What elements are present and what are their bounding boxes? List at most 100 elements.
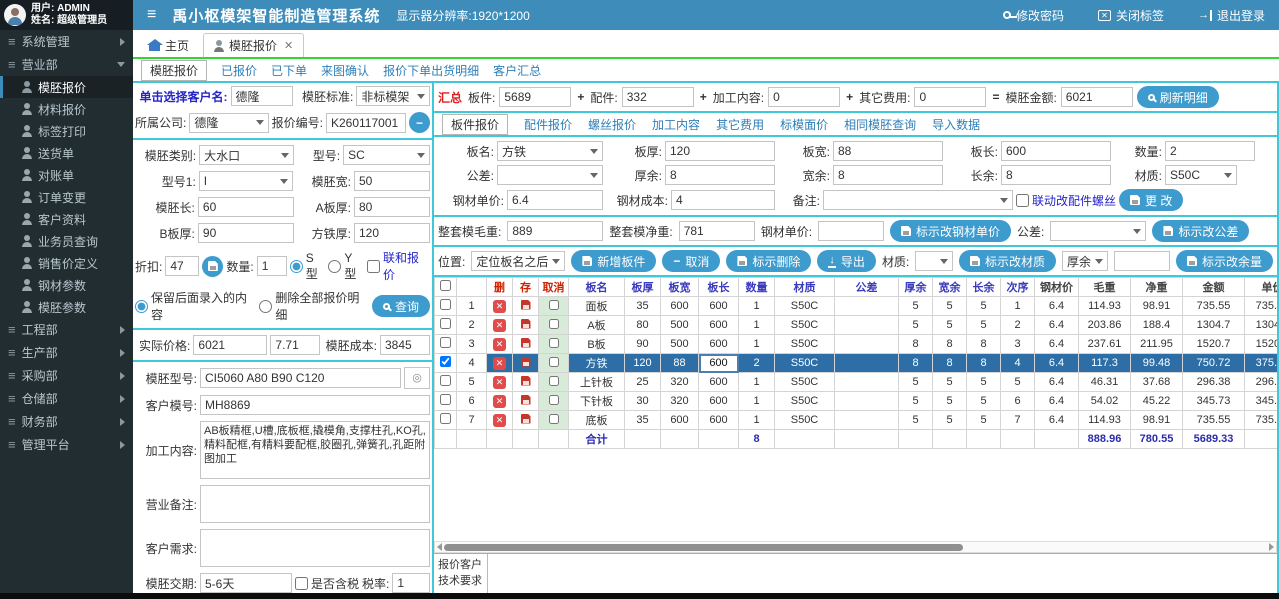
cell-net[interactable]: 98.91: [1131, 411, 1183, 430]
cell-qty[interactable]: 1: [739, 392, 775, 411]
cell-tolerance[interactable]: [835, 373, 899, 392]
cell-length-rem[interactable]: 5: [967, 373, 1001, 392]
row-delete-cell[interactable]: ✕: [487, 392, 513, 411]
row-save-cell[interactable]: [513, 316, 539, 335]
cell-thick[interactable]: 25: [625, 373, 661, 392]
cell-gross[interactable]: 203.86: [1079, 316, 1131, 335]
tax-included-checkbox[interactable]: [295, 577, 308, 590]
sidebar-item-system[interactable]: ≡ 系统管理: [0, 30, 133, 53]
ptab-same-mold-query[interactable]: 相同模胚查询: [844, 116, 916, 133]
ptab-other-fee[interactable]: 其它费用: [716, 116, 764, 133]
sidebar-item-admin-platform[interactable]: ≡ 管理平台: [0, 433, 133, 456]
cell-length-rem[interactable]: 8: [967, 354, 1001, 373]
ptab-process[interactable]: 加工内容: [652, 116, 700, 133]
cell-amount[interactable]: 296.38: [1183, 373, 1245, 392]
summary-plate-input[interactable]: [499, 87, 571, 107]
cell-net[interactable]: 211.95: [1131, 335, 1183, 354]
y-type-radio[interactable]: [328, 260, 341, 273]
cell-seq[interactable]: 6: [1001, 392, 1035, 411]
cell-name[interactable]: 方铁: [569, 354, 625, 373]
table-row[interactable]: 5✕上针板253206001S50C55556.446.3137.68296.3…: [435, 373, 1278, 392]
ptab-standard-price[interactable]: 标模面价: [780, 116, 828, 133]
cell-length[interactable]: 600: [699, 411, 739, 430]
row-select-cell[interactable]: [435, 335, 457, 354]
subtab-mold-quote[interactable]: 模胚报价: [141, 60, 207, 81]
cell-qty[interactable]: 2: [739, 354, 775, 373]
steel-cost-input[interactable]: [671, 190, 775, 210]
cell-qty[interactable]: 1: [739, 297, 775, 316]
discount-save-button[interactable]: [202, 256, 223, 277]
tab-home[interactable]: 主页: [139, 34, 199, 57]
cell-qty[interactable]: 1: [739, 316, 775, 335]
ptab-part-quote[interactable]: 配件报价: [524, 116, 572, 133]
cell-seq[interactable]: 4: [1001, 354, 1035, 373]
mark-material-button[interactable]: 标示改材质: [959, 250, 1056, 272]
cell-name[interactable]: 面板: [569, 297, 625, 316]
customer-input[interactable]: [231, 86, 293, 106]
delete-row-icon[interactable]: ✕: [493, 357, 506, 370]
model-select[interactable]: SC: [343, 145, 430, 165]
cell-width[interactable]: 500: [661, 335, 699, 354]
cancel-button[interactable]: −取消: [662, 250, 720, 272]
delete-row-icon[interactable]: ✕: [493, 414, 506, 427]
sidebar-item-delivery-note[interactable]: 送货单: [0, 142, 133, 164]
cell-width-rem[interactable]: 5: [933, 373, 967, 392]
cell-tolerance[interactable]: [835, 392, 899, 411]
cell-length[interactable]: 600: [699, 335, 739, 354]
row-cancel-cell[interactable]: [539, 316, 569, 335]
cell-amount[interactable]: 1304.7: [1183, 316, 1245, 335]
cell-width[interactable]: 88: [661, 354, 699, 373]
customer-label[interactable]: 单击选择客户名:: [135, 88, 228, 105]
s-type-radio[interactable]: [290, 260, 303, 273]
cell-steel-price[interactable]: 6.4: [1035, 297, 1079, 316]
add-plate-button[interactable]: 新增板件: [571, 250, 656, 272]
category-select[interactable]: 大水口: [199, 145, 294, 165]
batch-tol-select[interactable]: [1050, 221, 1146, 241]
sidebar-item-production[interactable]: ≡ 生产部: [0, 341, 133, 364]
cell-name[interactable]: 下针板: [569, 392, 625, 411]
cell-unit-price[interactable]: 375.36: [1245, 354, 1278, 373]
row-cancel-cell[interactable]: [539, 354, 569, 373]
cell-tolerance[interactable]: [835, 354, 899, 373]
delete-row-icon[interactable]: ✕: [493, 376, 506, 389]
cell-steel-price[interactable]: 6.4: [1035, 354, 1079, 373]
actual-price-input[interactable]: [193, 335, 267, 355]
plate-name-select[interactable]: 方铁: [497, 141, 603, 161]
cell-material[interactable]: S50C: [775, 354, 835, 373]
delete-row-icon[interactable]: ✕: [493, 338, 506, 351]
cell-thick-rem[interactable]: 8: [899, 335, 933, 354]
company-select[interactable]: 德隆: [189, 113, 268, 133]
note-select[interactable]: [823, 190, 1013, 210]
cell-net[interactable]: 98.91: [1131, 297, 1183, 316]
cell-gross[interactable]: 114.93: [1079, 411, 1131, 430]
mold-length-input[interactable]: [198, 197, 294, 217]
cell-gross[interactable]: 54.02: [1079, 392, 1131, 411]
discount-input[interactable]: [165, 256, 199, 276]
cancel-checkbox[interactable]: [549, 338, 559, 348]
row-delete-cell[interactable]: ✕: [487, 411, 513, 430]
allowance-input[interactable]: [1114, 251, 1170, 271]
tech-req-textarea[interactable]: [488, 554, 1277, 593]
save-row-icon[interactable]: [521, 338, 531, 348]
cell-qty[interactable]: 1: [739, 411, 775, 430]
mold-model-extra-button[interactable]: ◎: [404, 367, 430, 389]
cancel-checkbox[interactable]: [549, 414, 559, 424]
update-plate-button[interactable]: 更 改: [1119, 189, 1183, 211]
cell-length-rem[interactable]: 5: [967, 392, 1001, 411]
cancel-checkbox[interactable]: [549, 300, 559, 310]
row-checkbox[interactable]: [440, 375, 451, 386]
delete-row-icon[interactable]: ✕: [493, 319, 506, 332]
subtab-quote-order-shipment[interactable]: 报价下单出货明细: [383, 62, 479, 79]
row-checkbox[interactable]: [440, 337, 451, 348]
cell-length[interactable]: 600: [699, 354, 739, 373]
tab-close-icon[interactable]: ✕: [284, 39, 293, 52]
save-row-icon[interactable]: [521, 376, 531, 386]
cell-amount[interactable]: 735.55: [1183, 411, 1245, 430]
cell-material[interactable]: S50C: [775, 392, 835, 411]
cell-thick-rem[interactable]: 5: [899, 392, 933, 411]
mark-tol-button[interactable]: 标示改公差: [1152, 220, 1249, 242]
allowance-select[interactable]: 厚余: [1062, 251, 1108, 271]
steel-price-input[interactable]: [507, 190, 603, 210]
plate-thick-input[interactable]: [665, 141, 775, 161]
cell-thick-rem[interactable]: 8: [899, 354, 933, 373]
